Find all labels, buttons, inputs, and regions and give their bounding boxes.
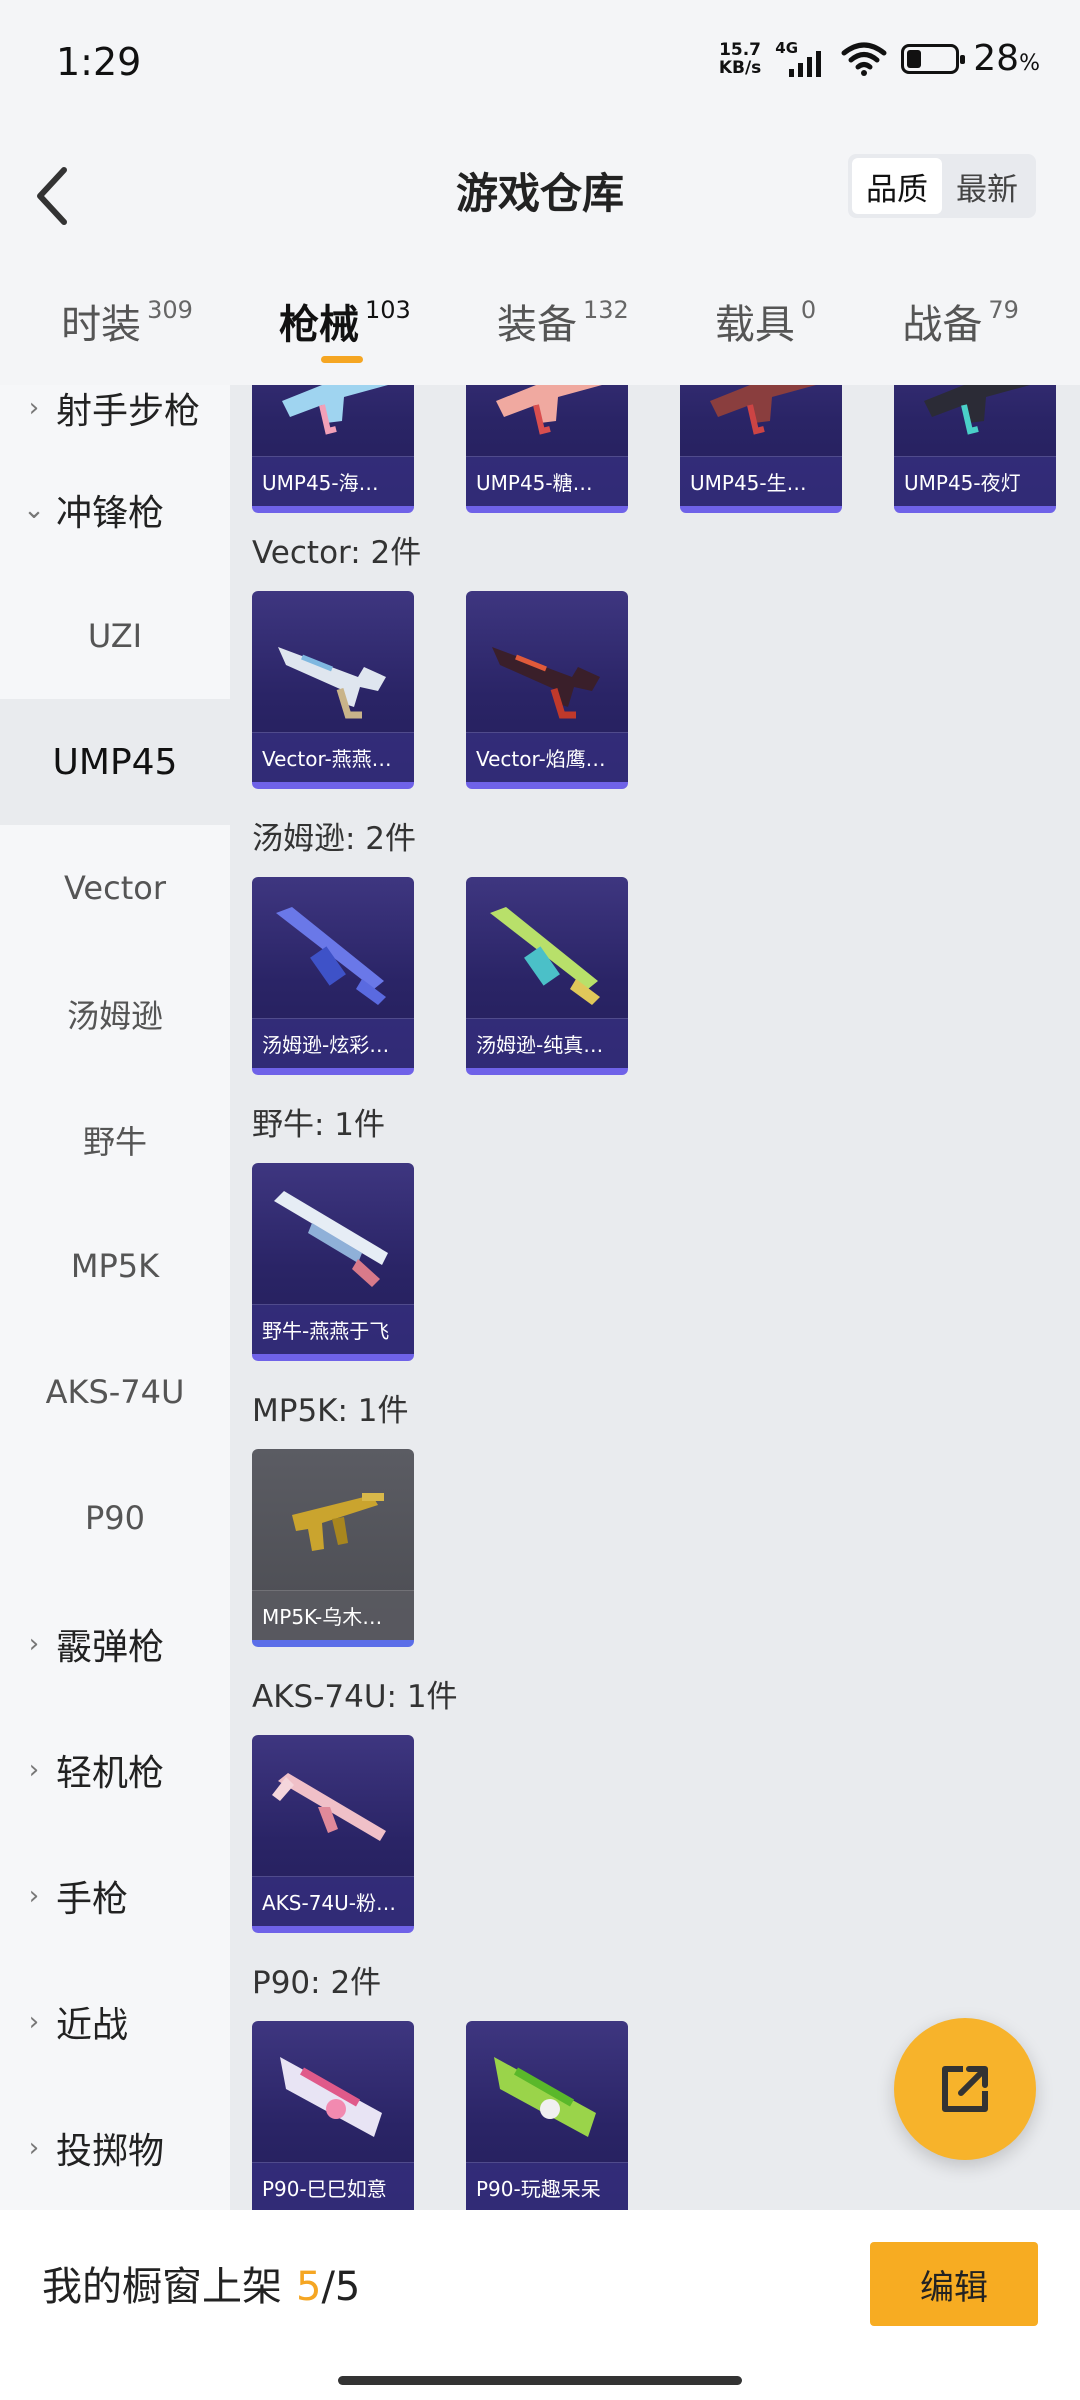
chevron-right-icon: › <box>28 1755 40 1785</box>
edit-button[interactable]: 编辑 <box>870 2242 1038 2326</box>
thompson-skin-icon <box>276 907 386 1005</box>
smg-skin-icon <box>710 385 816 435</box>
skin-card[interactable]: UMP45-生… <box>680 385 842 513</box>
sidebar-item-uzi[interactable]: UZI <box>0 573 230 699</box>
skin-card[interactable]: UMP45-糖… <box>466 385 628 513</box>
tab-supplies[interactable]: 战备 79 <box>902 270 1019 385</box>
section-label-aks74u: AKS-74U: 1件 <box>252 1679 458 1715</box>
vector-skin-icon <box>492 647 600 719</box>
sidebar-group-throwables[interactable]: › 投掷物 <box>0 2085 230 2210</box>
section-label-mp5k: MP5K: 1件 <box>252 1393 409 1429</box>
battery-icon <box>901 43 966 74</box>
tab-equipment[interactable]: 装备 132 <box>497 270 629 385</box>
sidebar-item-aks74u[interactable]: AKS-74U <box>0 1329 230 1455</box>
sidebar-group-shotgun[interactable]: › 霰弹枪 <box>0 1581 230 1707</box>
tab-costume[interactable]: 时装 309 <box>61 270 193 385</box>
skin-card[interactable]: P90-玩趣呆呆 <box>466 2021 628 2210</box>
sidebar-item-vector[interactable]: Vector <box>0 825 230 951</box>
chevron-right-icon: › <box>28 2007 40 2037</box>
sort-toggle: 品质 最新 <box>848 154 1036 218</box>
share-button[interactable] <box>894 2018 1036 2160</box>
sidebar-group-smg[interactable]: ⌄ 冲锋枪 <box>0 447 230 573</box>
vector-skin-icon <box>278 647 386 719</box>
sidebar-item-p90[interactable]: P90 <box>0 1455 230 1581</box>
top-app-bar: 游戏仓库 品质 最新 <box>0 130 1080 270</box>
chevron-right-icon: › <box>28 1629 40 1659</box>
battery-percent: 28% <box>973 38 1040 79</box>
sidebar-group-lmg[interactable]: › 轻机枪 <box>0 1707 230 1833</box>
status-time: 1:29 <box>56 40 142 84</box>
network-speed: 15.7 KB/s <box>718 39 762 78</box>
wifi-icon <box>841 42 887 76</box>
sidebar-group-pistol[interactable]: › 手枪 <box>0 1833 230 1959</box>
category-tabs: 时装 309 枪械 103 装备 132 载具 0 战备 79 <box>0 270 1080 385</box>
bottom-bar: 我的橱窗上架 5 /5 编辑 <box>0 2210 1080 2400</box>
skin-card[interactable]: Vector-焰鹰… <box>466 591 628 789</box>
skin-card[interactable]: 野牛-燕燕于飞 <box>252 1163 414 1361</box>
sort-newest-option[interactable]: 最新 <box>942 158 1032 214</box>
skin-card[interactable]: UMP45-海… <box>252 385 414 513</box>
section-label-bizon: 野牛: 1件 <box>252 1107 386 1143</box>
section-label-thompson: 汤姆逊: 2件 <box>252 821 417 857</box>
status-bar: 1:29 15.7 KB/s 4G 28% <box>0 0 1080 130</box>
skin-card[interactable]: P90-巳巳如意 <box>252 2021 414 2210</box>
p90-skin-icon <box>494 2057 596 2137</box>
sidebar-item-thompson[interactable]: 汤姆逊 <box>0 951 230 1077</box>
home-indicator[interactable] <box>338 2376 742 2385</box>
chevron-right-icon: › <box>28 2133 40 2163</box>
skin-card[interactable]: MP5K-乌木… <box>252 1449 414 1647</box>
skin-card[interactable]: AKS-74U-粉… <box>252 1735 414 1933</box>
weapon-category-sidebar: › 射手步枪 ⌄ 冲锋枪 UZI UMP45 Vector 汤姆逊 野牛 MP5K … <box>0 385 230 2210</box>
sidebar-item-bizon[interactable]: 野牛 <box>0 1077 230 1203</box>
tab-vehicles[interactable]: 载具 0 <box>715 270 816 385</box>
back-button[interactable] <box>22 156 82 236</box>
aks74u-skin-icon <box>272 1773 386 1841</box>
section-label-p90: P90: 2件 <box>252 1965 382 2001</box>
sidebar-item-mp5k[interactable]: MP5K <box>0 1203 230 1329</box>
skin-card[interactable]: 汤姆逊-炫彩… <box>252 877 414 1075</box>
sidebar-group-melee[interactable]: › 近战 <box>0 1959 230 2085</box>
smg-skin-icon <box>924 385 1030 435</box>
weapon-skin-grid: UMP45-海… UMP45-糖… UMP45-生… UMP45-夜灯 Vect… <box>230 385 1080 2210</box>
skin-card[interactable]: 汤姆逊-纯真… <box>466 877 628 1075</box>
cellular-signal-icon: 4G <box>775 39 827 79</box>
share-out-icon <box>942 2066 988 2112</box>
thompson-skin-icon <box>490 907 600 1005</box>
chevron-down-icon: ⌄ <box>23 495 45 525</box>
chevron-right-icon: › <box>28 393 40 423</box>
tab-firearms[interactable]: 枪械 103 <box>279 270 411 385</box>
chevron-right-icon: › <box>28 1881 40 1911</box>
skin-card[interactable]: UMP45-夜灯 <box>894 385 1056 513</box>
mp5k-skin-icon <box>292 1493 384 1551</box>
section-label-vector: Vector: 2件 <box>252 535 422 571</box>
p90-skin-icon <box>280 2057 382 2137</box>
sort-quality-option[interactable]: 品质 <box>852 158 942 214</box>
smg-skin-icon <box>496 385 602 435</box>
sidebar-item-ump45[interactable]: UMP45 <box>0 699 230 825</box>
chevron-left-icon <box>37 167 67 225</box>
showcase-status: 我的橱窗上架 5 /5 <box>42 2264 361 2310</box>
status-icons: 15.7 KB/s 4G 28% <box>719 38 1040 79</box>
bizon-skin-icon <box>274 1191 388 1287</box>
skin-card[interactable]: Vector-燕燕… <box>252 591 414 789</box>
smg-skin-icon <box>282 385 388 435</box>
